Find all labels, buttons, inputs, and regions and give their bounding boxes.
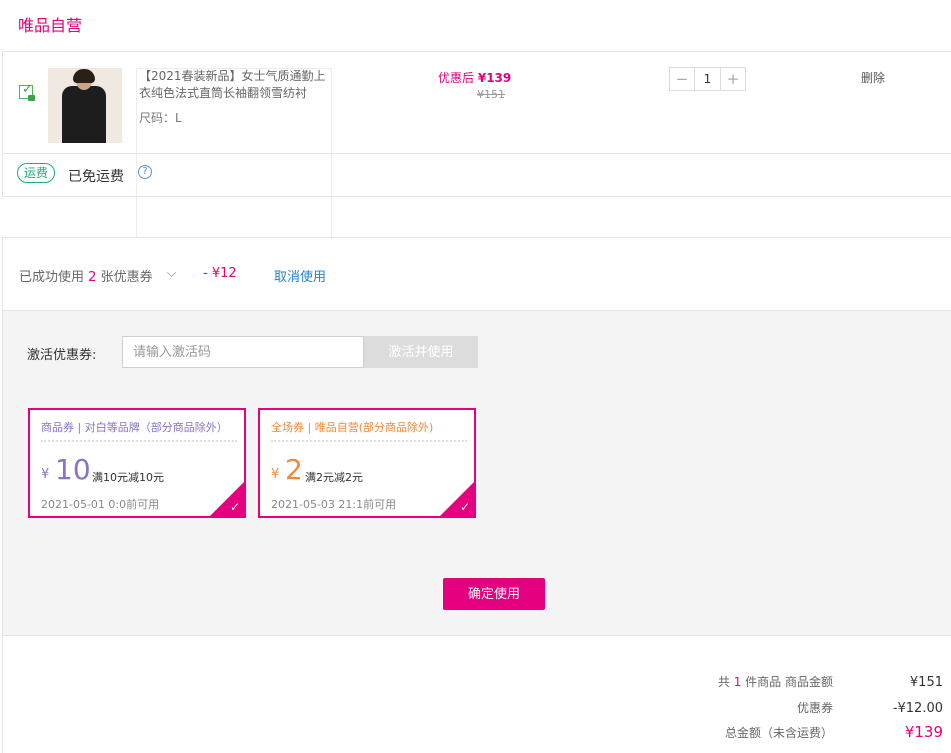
quantity-stepper: − 1 + (669, 67, 746, 91)
lock-icon (28, 95, 35, 101)
coupon-section: 已成功使用 2 张优惠券 - ¥12 取消使用 激活优惠券: 激活并使用 商品券… (2, 237, 951, 753)
coupon-rule: 满10元减10元 (92, 471, 164, 484)
divider (3, 153, 951, 154)
activate-button[interactable]: 激活并使用 (364, 336, 478, 368)
quantity-input[interactable]: 1 (694, 68, 721, 90)
coupon-amount: 10 (55, 453, 91, 486)
coupon-currency: ¥ (271, 467, 280, 482)
coupon-valid-time: 2021-05-03 21:1前可用 (271, 498, 397, 511)
coupon-card[interactable]: 全场券 | 唯品自营(部分商品除外) ¥ 2 满2元减2元 2021-05-03… (258, 408, 476, 518)
coupon-card[interactable]: 商品券 | 对白等品牌（部分商品除外） ¥ 10 满10元减10元 2021-0… (28, 408, 246, 518)
product-size: 尺码：L (139, 111, 182, 125)
quantity-decrease-button[interactable]: − (670, 68, 694, 90)
total-amount: ¥139 (904, 723, 943, 741)
check-icon: ✓ (229, 500, 240, 514)
activation-code-input[interactable] (122, 336, 364, 368)
coupon-title: 商品券 | 对白等品牌（部分商品除外） (41, 421, 228, 434)
item-checkbox[interactable]: ✓ (19, 83, 35, 101)
coupon-discount: - ¥12 (203, 266, 237, 281)
confirm-button[interactable]: 确定使用 (443, 578, 545, 610)
shipping-badge: 运费 (17, 163, 56, 183)
check-icon: ✓ (459, 500, 470, 514)
help-icon[interactable]: ? (138, 165, 152, 179)
coupon-panel: 激活优惠券: 激活并使用 商品券 | 对白等品牌（部分商品除外） ¥ 10 满1… (3, 311, 951, 636)
coupon-usage-bar: 已成功使用 2 张优惠券 - ¥12 取消使用 (3, 238, 951, 311)
coupon-amount: 2 (285, 453, 303, 486)
coupon-rule: 满2元减2元 (305, 471, 363, 484)
items-count: 1 (733, 675, 742, 689)
price-after-value: ¥139 (477, 71, 512, 85)
items-amount: ¥151 (909, 675, 943, 690)
price-after-discount: 优惠后 ¥139 (438, 71, 512, 85)
shipping-text: 已免运费 (68, 169, 124, 185)
coupon-valid-time: 2021-05-01 0:0前可用 (41, 498, 160, 511)
product-image[interactable] (48, 68, 122, 143)
store-title: 唯品自营 (18, 16, 83, 35)
coupon-amount-summary: -¥12.00 (892, 701, 943, 716)
summary-items-row: 共 1 件商品 商品金额 ¥151 (717, 675, 943, 690)
cart-item-panel: ✓ 【2021春装新品】女士气质通勤上衣纯色法式直筒长袖翻领雪纺衬 尺码：L 优… (2, 51, 951, 264)
quantity-increase-button[interactable]: + (721, 68, 745, 90)
coupon-usage-text[interactable]: 已成功使用 2 张优惠券 (19, 266, 153, 285)
order-summary: 共 1 件商品 商品金额 ¥151 优惠券 -¥12.00 总金额（未含运费） … (3, 636, 951, 753)
price-original: ¥151 (477, 88, 505, 101)
summary-coupon-row: 优惠券 -¥12.00 (796, 701, 943, 716)
coupon-title: 全场券 | 唯品自营(部分商品除外) (271, 421, 434, 434)
delete-button[interactable]: 删除 (861, 69, 885, 86)
coupon-currency: ¥ (41, 467, 50, 482)
cancel-coupon-button[interactable]: 取消使用 (274, 266, 326, 285)
product-name[interactable]: 【2021春装新品】女士气质通勤上衣纯色法式直筒长袖翻领雪纺衬 (139, 68, 329, 102)
activate-label: 激活优惠券: (27, 348, 97, 363)
chevron-down-icon[interactable] (167, 268, 176, 277)
summary-total-row: 总金额（未含运费） ¥139 (724, 723, 943, 741)
